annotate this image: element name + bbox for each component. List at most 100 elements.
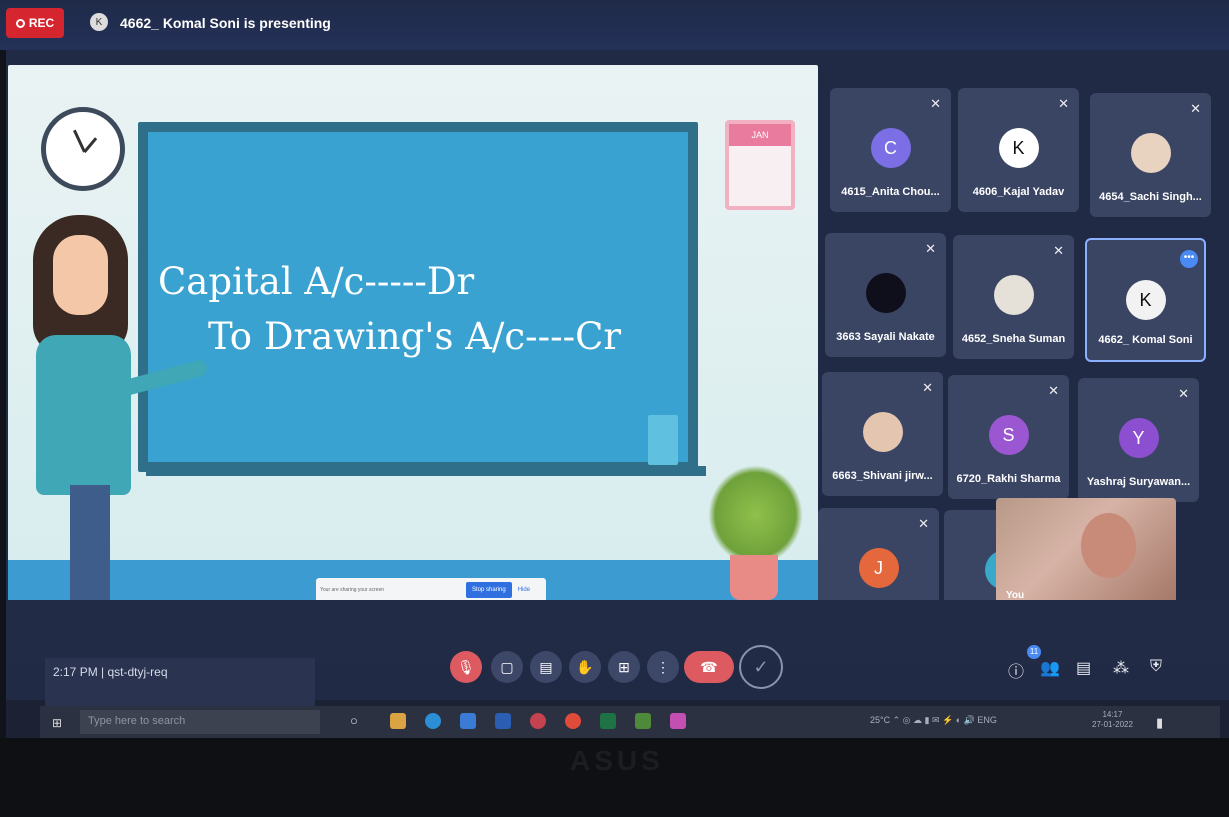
participant-name: 4654_Sachi Singh... [1099, 191, 1202, 203]
participant-avatar [862, 412, 903, 452]
recording-badge: REC [6, 8, 64, 38]
screen: REC K 4662_ Komal Soni is presenting Cap… [0, 0, 1229, 817]
host-controls-icon[interactable]: ⛨ [1150, 658, 1162, 676]
participant-name: 4606_Kajal Yadav [972, 186, 1065, 198]
teacher-illustration [36, 335, 131, 495]
mic-muted-icon: ✕ [918, 516, 929, 531]
participant-name: 3663 Sayali Nakate [836, 331, 935, 343]
presenter-avatar: K [90, 13, 108, 31]
top-bar: REC K 4662_ Komal Soni is presenting [0, 0, 1229, 50]
mic-muted-icon: ✕ [1190, 101, 1201, 116]
end-call-button[interactable]: ☎ [684, 651, 734, 683]
participant-tile[interactable]: ✕ 3663 Sayali Nakate [825, 233, 946, 357]
excel-icon[interactable] [600, 713, 616, 729]
tile-more-icon[interactable]: ••• [1180, 250, 1198, 268]
rec-label: REC [28, 16, 55, 30]
participant-tile[interactable]: ✕•••K4662_ Komal Soni [1085, 238, 1206, 362]
slide-line-1: Capital A/c-----Dr [158, 260, 475, 303]
participant-tile[interactable]: ✕ 4652_Sneha Suman [953, 235, 1074, 359]
cortana-icon[interactable]: ○ [350, 713, 366, 729]
mic-muted-icon: ✕ [1053, 243, 1064, 258]
participant-name: 4652_Sneha Suman [961, 333, 1066, 345]
participant-tile[interactable]: ✕ C 4615_Anita Chou... [830, 88, 951, 212]
self-video [1081, 513, 1136, 578]
participant-tile[interactable]: ✕ Y Yashraj Suryawan... [1078, 378, 1199, 502]
mic-off-icon[interactable]: 🎙 [450, 651, 482, 683]
participant-name: 4615_Anita Chou... [841, 186, 940, 198]
slide-line-2: To Drawing's A/c----Cr [208, 315, 622, 358]
info-icon[interactable]: ⓘ [1008, 658, 1024, 682]
participant-tile[interactable]: ✕ K 4606_Kajal Yadav [958, 88, 1079, 212]
mic-muted-icon: ✕ [922, 380, 933, 395]
taskbar-search[interactable]: Type here to search [80, 710, 320, 734]
file-explorer-icon[interactable] [390, 713, 406, 729]
calendar-illustration: JAN [725, 120, 795, 210]
share-status-text: Your are sharing your screen [320, 587, 385, 593]
clock-illustration [41, 107, 125, 191]
hide-button[interactable]: Hide [518, 587, 530, 593]
system-tray: 25°C ⌃ ◎ ☁ ▮ ✉ ⚡ ◐ 🔊 ENG [870, 715, 997, 726]
mic-muted-icon: ✕ [1058, 96, 1069, 111]
people-icon[interactable]: 👥 [1040, 658, 1060, 678]
participant-avatar: S [988, 415, 1029, 455]
word-icon[interactable] [495, 713, 511, 729]
app-icon-3[interactable] [635, 713, 651, 729]
calendar-header: JAN [729, 124, 791, 146]
participant-avatar [1130, 133, 1171, 173]
participant-name: Yashraj Suryawan... [1086, 476, 1191, 488]
plant-pot-illustration [730, 555, 778, 600]
tray-icons: ⌃ ◎ ☁ ▮ ✉ ⚡ ◐ 🔊 [892, 715, 978, 725]
weather-text: 25°C [870, 715, 891, 725]
meeting-info: 2:17 PM | qst-dtyj-req [45, 658, 315, 706]
people-count-badge: 11 [1027, 645, 1041, 659]
pen-holder-illustration [648, 415, 678, 465]
taskbar-time: 14:17 [1102, 710, 1123, 719]
plant-illustration [708, 465, 803, 565]
present-icon[interactable]: ⊞ [608, 651, 640, 683]
board-tray [146, 466, 706, 476]
participant-tile[interactable]: ✕ 4654_Sachi Singh... [1090, 93, 1211, 217]
participant-avatar: Y [1118, 418, 1159, 458]
check-icon[interactable]: ✓ [739, 645, 783, 689]
record-icon [15, 18, 25, 28]
participant-avatar: K [998, 128, 1039, 168]
raise-hand-icon[interactable]: ✋ [569, 651, 601, 683]
participant-tile[interactable]: ✕ 6663_Shivani jirw... [822, 372, 943, 496]
end-call-icon: ☎ [700, 658, 718, 675]
taskbar-clock[interactable]: 14:17 27-01-2022 [1092, 710, 1133, 730]
meeting-time: 2:17 PM [53, 665, 98, 679]
language-text: ENG [977, 715, 997, 725]
more-options-icon[interactable]: ⋮ [647, 651, 679, 683]
participant-name: 6663_Shivani jirw... [832, 470, 933, 482]
app-icon-4[interactable] [670, 713, 686, 729]
teacher-face [53, 235, 108, 315]
shared-slide: Capital A/c-----Dr To Drawing's A/c----C… [8, 65, 818, 630]
left-bezel [0, 50, 6, 738]
taskbar-date: 27-01-2022 [1092, 720, 1133, 729]
stop-sharing-button[interactable]: Stop sharing [466, 582, 512, 598]
mic-muted-icon: ✕ [1048, 383, 1059, 398]
participant-tile[interactable]: ✕ S 6720_Rakhi Sharma [948, 375, 1069, 499]
mic-muted-icon: ✕ [930, 96, 941, 111]
app-icon-2[interactable] [530, 713, 546, 729]
windows-start-icon[interactable]: ⊞ [52, 716, 62, 730]
edge-icon[interactable] [425, 713, 441, 729]
screen-share-bar: Your are sharing your screen Stop sharin… [316, 578, 546, 602]
participant-avatar: C [870, 128, 911, 168]
participant-avatar: J [858, 548, 899, 588]
app-icon[interactable] [460, 713, 476, 729]
participant-name: 6720_Rakhi Sharma [956, 473, 1061, 485]
mic-muted-icon: ✕ [1178, 386, 1189, 401]
camera-icon[interactable]: ▢ [491, 651, 523, 683]
chrome-icon[interactable] [565, 713, 581, 729]
participant-avatar: K [1125, 280, 1166, 320]
presenting-label: 4662_ Komal Soni is presenting [120, 15, 331, 31]
participant-avatar [993, 275, 1034, 315]
captions-icon[interactable]: ▤ [530, 651, 562, 683]
participant-avatar [865, 273, 906, 313]
notification-icon[interactable]: ▮ [1156, 715, 1163, 731]
brand-logo: ASUS [570, 745, 664, 776]
mic-muted-icon: ✕ [925, 241, 936, 256]
chat-icon[interactable]: ▤ [1076, 658, 1091, 678]
activities-icon[interactable]: ⁂ [1113, 658, 1129, 678]
